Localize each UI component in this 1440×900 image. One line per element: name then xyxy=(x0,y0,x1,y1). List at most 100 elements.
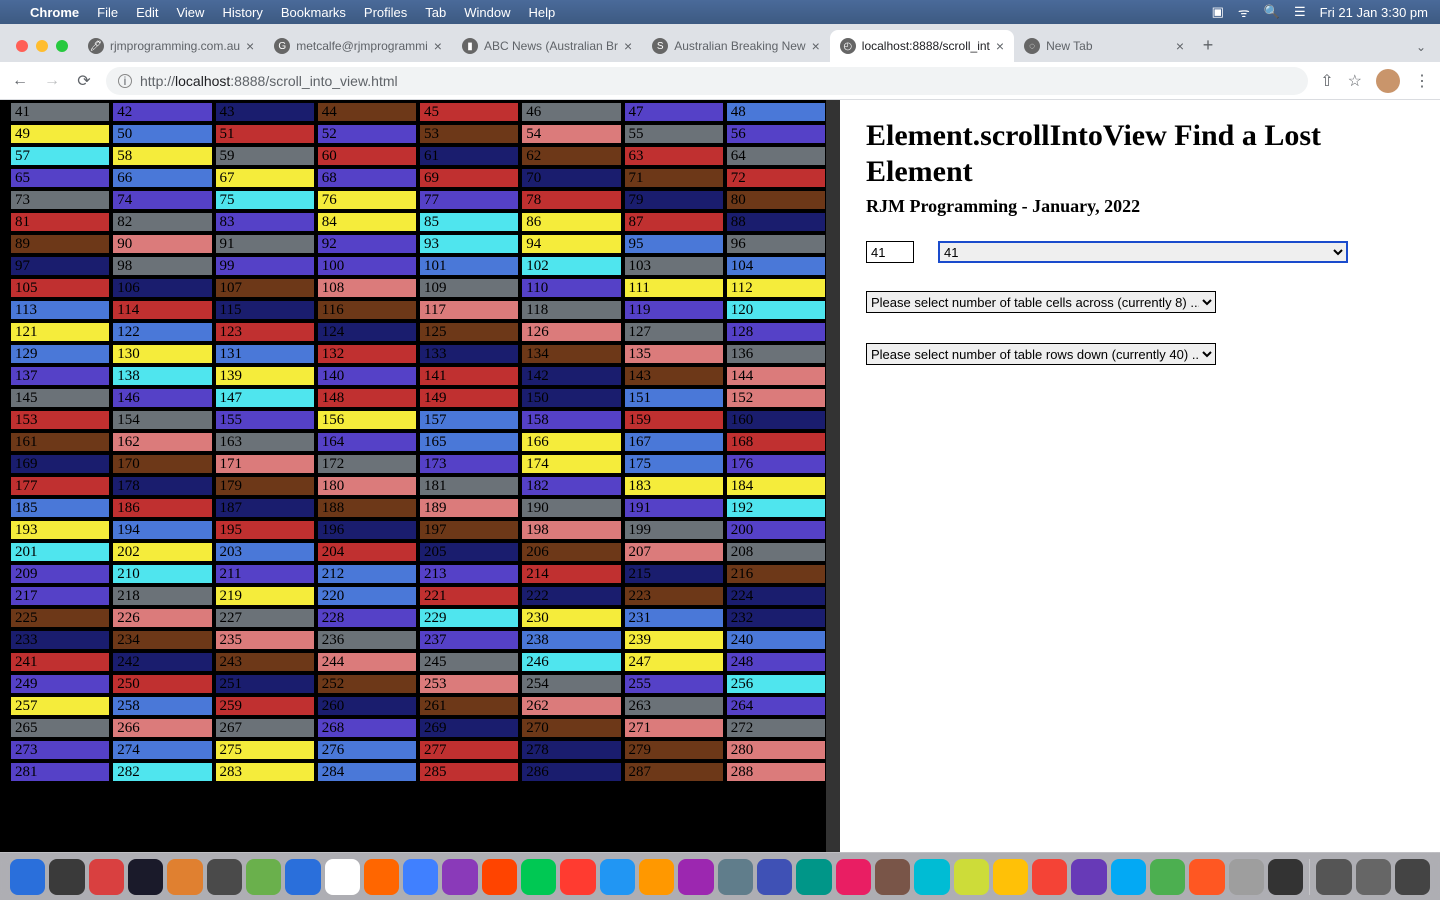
grid-cell[interactable]: 214 xyxy=(521,564,621,584)
grid-cell[interactable]: 152 xyxy=(726,388,826,408)
grid-cell[interactable]: 232 xyxy=(726,608,826,628)
grid-cell[interactable]: 58 xyxy=(112,146,212,166)
grid-cell[interactable]: 71 xyxy=(624,168,724,188)
grid-cell[interactable]: 142 xyxy=(521,366,621,386)
grid-cell[interactable]: 187 xyxy=(215,498,315,518)
tab-overflow-button[interactable]: ⌄ xyxy=(1402,40,1440,62)
grid-cell[interactable]: 167 xyxy=(624,432,724,452)
grid-cell[interactable]: 147 xyxy=(215,388,315,408)
grid-cell[interactable]: 67 xyxy=(215,168,315,188)
grid-cell[interactable]: 77 xyxy=(419,190,519,210)
grid-cell[interactable]: 84 xyxy=(317,212,417,232)
grid-cell[interactable]: 137 xyxy=(10,366,110,386)
grid-cell[interactable]: 183 xyxy=(624,476,724,496)
grid-cell[interactable]: 97 xyxy=(10,256,110,276)
grid-cell[interactable]: 93 xyxy=(419,234,519,254)
grid-cell[interactable]: 128 xyxy=(726,322,826,342)
grid-cell[interactable]: 195 xyxy=(215,520,315,540)
grid-cell[interactable]: 281 xyxy=(10,762,110,782)
grid-cell[interactable]: 228 xyxy=(317,608,417,628)
grid-cell[interactable]: 236 xyxy=(317,630,417,650)
grid-cell[interactable]: 150 xyxy=(521,388,621,408)
battery-icon[interactable]: ▣ xyxy=(1212,4,1224,20)
grid-cell[interactable]: 80 xyxy=(726,190,826,210)
grid-cell[interactable]: 218 xyxy=(112,586,212,606)
grid-cell[interactable]: 271 xyxy=(624,718,724,738)
grid-cell[interactable]: 64 xyxy=(726,146,826,166)
grid-cell[interactable]: 131 xyxy=(215,344,315,364)
grid-cell[interactable]: 181 xyxy=(419,476,519,496)
grid-cell[interactable]: 129 xyxy=(10,344,110,364)
grid-cell[interactable]: 251 xyxy=(215,674,315,694)
address-bar[interactable]: i http://localhost:8888/scroll_into_view… xyxy=(106,67,1308,95)
grid-cell[interactable]: 107 xyxy=(215,278,315,298)
menu-help[interactable]: Help xyxy=(529,5,556,20)
site-info-icon[interactable]: i xyxy=(118,74,132,88)
grid-cell[interactable]: 282 xyxy=(112,762,212,782)
grid-cell[interactable]: 109 xyxy=(419,278,519,298)
dock-app-icon[interactable] xyxy=(993,859,1028,895)
grid-cell[interactable]: 274 xyxy=(112,740,212,760)
grid-cell[interactable]: 286 xyxy=(521,762,621,782)
grid-cell[interactable]: 60 xyxy=(317,146,417,166)
grid-cell[interactable]: 124 xyxy=(317,322,417,342)
grid-cell[interactable]: 256 xyxy=(726,674,826,694)
grid-cell[interactable]: 130 xyxy=(112,344,212,364)
menu-profiles[interactable]: Profiles xyxy=(364,5,407,20)
dock-app-icon[interactable] xyxy=(442,859,477,895)
grid-cell[interactable]: 160 xyxy=(726,410,826,430)
grid-cell[interactable]: 247 xyxy=(624,652,724,672)
grid-cell[interactable]: 157 xyxy=(419,410,519,430)
menu-tab[interactable]: Tab xyxy=(425,5,446,20)
grid-cell[interactable]: 270 xyxy=(521,718,621,738)
grid-cell[interactable]: 235 xyxy=(215,630,315,650)
grid-cell[interactable]: 41 xyxy=(10,102,110,122)
grid-cell[interactable]: 85 xyxy=(419,212,519,232)
grid-cell[interactable]: 177 xyxy=(10,476,110,496)
browser-tab[interactable]: ◴localhost:8888/scroll_int× xyxy=(830,30,1014,62)
dock-app-icon[interactable] xyxy=(1229,859,1264,895)
menu-bookmarks[interactable]: Bookmarks xyxy=(281,5,346,20)
grid-cell[interactable]: 161 xyxy=(10,432,110,452)
grid-cell[interactable]: 133 xyxy=(419,344,519,364)
dock-app-icon[interactable] xyxy=(1356,859,1391,895)
table-frame[interactable]: 4142434445464748495051525354555657585960… xyxy=(0,100,840,852)
grid-cell[interactable]: 278 xyxy=(521,740,621,760)
grid-cell[interactable]: 248 xyxy=(726,652,826,672)
grid-cell[interactable]: 87 xyxy=(624,212,724,232)
grid-cell[interactable]: 169 xyxy=(10,454,110,474)
grid-cell[interactable]: 246 xyxy=(521,652,621,672)
grid-cell[interactable]: 225 xyxy=(10,608,110,628)
grid-cell[interactable]: 43 xyxy=(215,102,315,122)
grid-cell[interactable]: 98 xyxy=(112,256,212,276)
grid-cell[interactable]: 199 xyxy=(624,520,724,540)
grid-cell[interactable]: 73 xyxy=(10,190,110,210)
grid-cell[interactable]: 173 xyxy=(419,454,519,474)
grid-cell[interactable]: 188 xyxy=(317,498,417,518)
grid-cell[interactable]: 63 xyxy=(624,146,724,166)
grid-cell[interactable]: 138 xyxy=(112,366,212,386)
grid-cell[interactable]: 68 xyxy=(317,168,417,188)
dock-app-icon[interactable] xyxy=(128,859,163,895)
grid-cell[interactable]: 204 xyxy=(317,542,417,562)
tab-close-icon[interactable]: × xyxy=(434,38,442,54)
browser-tab[interactable]: 🖊rjmprogramming.com.au× xyxy=(78,30,264,62)
rows-select[interactable]: Please select number of table rows down … xyxy=(866,343,1216,365)
grid-cell[interactable]: 260 xyxy=(317,696,417,716)
grid-cell[interactable]: 268 xyxy=(317,718,417,738)
grid-cell[interactable]: 108 xyxy=(317,278,417,298)
grid-cell[interactable]: 273 xyxy=(10,740,110,760)
grid-cell[interactable]: 111 xyxy=(624,278,724,298)
dock-app-icon[interactable] xyxy=(954,859,989,895)
grid-cell[interactable]: 90 xyxy=(112,234,212,254)
grid-cell[interactable]: 231 xyxy=(624,608,724,628)
grid-cell[interactable]: 42 xyxy=(112,102,212,122)
grid-cell[interactable]: 151 xyxy=(624,388,724,408)
grid-cell[interactable]: 148 xyxy=(317,388,417,408)
tab-close-icon[interactable]: × xyxy=(996,38,1004,54)
grid-cell[interactable]: 216 xyxy=(726,564,826,584)
grid-cell[interactable]: 185 xyxy=(10,498,110,518)
grid-cell[interactable]: 197 xyxy=(419,520,519,540)
grid-cell[interactable]: 253 xyxy=(419,674,519,694)
grid-cell[interactable]: 88 xyxy=(726,212,826,232)
